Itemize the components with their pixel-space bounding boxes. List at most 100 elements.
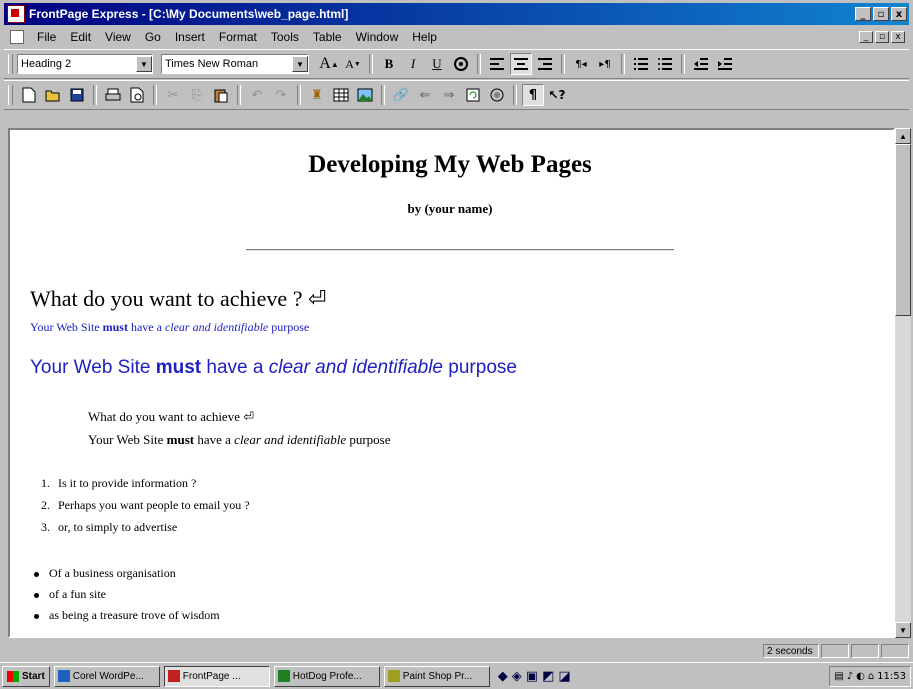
- quick-launch-icon[interactable]: ◩: [542, 669, 554, 684]
- clock[interactable]: 11:53: [877, 671, 906, 682]
- taskbar-item-paintshop[interactable]: Paint Shop Pr...: [383, 665, 490, 687]
- toolbar-separator: [477, 54, 481, 74]
- scroll-thumb[interactable]: [895, 144, 911, 316]
- menu-go[interactable]: Go: [138, 30, 168, 44]
- taskbar-item-wordperfect[interactable]: Corel WordPe...: [53, 665, 160, 687]
- doc-restore-button[interactable]: ▫: [875, 31, 889, 43]
- right-to-left-icon[interactable]: ▸¶: [594, 53, 616, 75]
- start-label: Start: [22, 670, 45, 682]
- chevron-down-icon[interactable]: ▼: [292, 56, 308, 72]
- maximize-button[interactable]: ▫: [873, 7, 889, 21]
- bulleted-list-icon[interactable]: [654, 53, 676, 75]
- list-item-text: as being a treasure trove of wisdom: [49, 608, 220, 622]
- menu-file[interactable]: File: [30, 30, 63, 44]
- bullet-icon: [34, 613, 39, 619]
- cut-icon[interactable]: ✂: [162, 84, 184, 106]
- redo-icon[interactable]: ↷: [270, 84, 292, 106]
- task-label: Paint Shop Pr...: [402, 670, 473, 682]
- align-center-icon[interactable]: [510, 53, 532, 75]
- tray-icon[interactable]: ⌂: [868, 671, 874, 682]
- show-formatting-marks-icon[interactable]: ¶: [522, 84, 544, 106]
- align-right-icon[interactable]: [534, 53, 556, 75]
- frontpage-icon: [167, 670, 180, 682]
- menu-tools[interactable]: Tools: [264, 30, 306, 44]
- purpose-line-large: Your Web Site must have a clear and iden…: [30, 357, 517, 379]
- purpose-text: Your Web Site: [30, 320, 103, 334]
- menu-table[interactable]: Table: [306, 30, 349, 44]
- bullet-icon: [34, 592, 39, 598]
- insert-webbot-icon[interactable]: ♜: [306, 84, 328, 106]
- open-folder-icon[interactable]: [42, 84, 64, 106]
- print-icon[interactable]: [102, 84, 124, 106]
- menu-view[interactable]: View: [98, 30, 138, 44]
- insert-table-icon[interactable]: [330, 84, 352, 106]
- save-icon[interactable]: [66, 84, 88, 106]
- purpose-text: purpose: [346, 432, 391, 447]
- paste-icon[interactable]: [210, 84, 232, 106]
- start-button[interactable]: Start: [2, 665, 50, 687]
- taskbar-item-frontpage[interactable]: FrontPage ...: [163, 665, 270, 687]
- print-preview-icon[interactable]: [126, 84, 148, 106]
- vertical-scrollbar[interactable]: ▲ ▼: [895, 128, 911, 638]
- underline-button[interactable]: U: [426, 53, 448, 75]
- document-icon[interactable]: [10, 30, 24, 44]
- quick-launch: ◆ ◈ ▣ ◩ ◪: [498, 669, 571, 684]
- increase-indent-icon[interactable]: [714, 53, 736, 75]
- back-icon[interactable]: ⇐: [414, 84, 436, 106]
- horizontal-rule: [246, 249, 674, 251]
- numbered-list-icon[interactable]: [630, 53, 652, 75]
- editor-canvas[interactable]: Developing My Web Pages by (your name) W…: [8, 128, 895, 638]
- minimize-button[interactable]: _: [855, 7, 871, 21]
- insert-image-icon[interactable]: [354, 84, 376, 106]
- menu-insert[interactable]: Insert: [168, 30, 212, 44]
- tray-icon[interactable]: ♪: [847, 671, 853, 682]
- scroll-up-icon[interactable]: ▲: [895, 128, 911, 144]
- toolbar-grip[interactable]: [8, 54, 13, 74]
- menu-format[interactable]: Format: [212, 30, 264, 44]
- chevron-down-icon[interactable]: ▼: [136, 56, 152, 72]
- frontpage-app-icon[interactable]: [7, 5, 25, 23]
- menu-edit[interactable]: Edit: [63, 30, 98, 44]
- undo-icon[interactable]: ↶: [246, 84, 268, 106]
- toolbar-separator: [381, 85, 385, 105]
- tray-icon[interactable]: ◐: [856, 671, 865, 682]
- scroll-down-icon[interactable]: ▼: [895, 622, 911, 638]
- new-page-icon[interactable]: [18, 84, 40, 106]
- quick-launch-icon[interactable]: ◪: [558, 669, 570, 684]
- purpose-text-bold: must: [166, 432, 195, 447]
- hyperlink-icon[interactable]: 🔗: [390, 84, 412, 106]
- context-help-icon[interactable]: ↖?: [546, 84, 568, 106]
- bold-button[interactable]: B: [378, 53, 400, 75]
- status-pane: [881, 644, 909, 658]
- bullet-icon: [34, 571, 39, 577]
- forward-icon[interactable]: ⇒: [438, 84, 460, 106]
- toolbar-grip[interactable]: [8, 85, 13, 105]
- byline: by (your name): [407, 201, 493, 216]
- purpose-text-italic: clear and identifiable: [268, 357, 444, 378]
- doc-minimize-button[interactable]: _: [859, 31, 873, 43]
- align-left-icon[interactable]: [486, 53, 508, 75]
- toolbar-separator: [621, 54, 625, 74]
- menu-help[interactable]: Help: [405, 30, 444, 44]
- increase-font-size-button[interactable]: A ▲: [318, 53, 340, 75]
- tray-icon[interactable]: ▤: [834, 671, 843, 682]
- refresh-icon[interactable]: [462, 84, 484, 106]
- quick-launch-icon[interactable]: ◈: [512, 669, 522, 684]
- italic-button[interactable]: I: [402, 53, 424, 75]
- indented-question: What do you want to achieve ⏎: [88, 409, 255, 424]
- text-color-icon[interactable]: [450, 53, 472, 75]
- title-bar[interactable]: FrontPage Express - [C:\My Documents\web…: [4, 3, 909, 25]
- quick-launch-icon[interactable]: ◆: [498, 669, 508, 684]
- menu-window[interactable]: Window: [349, 30, 406, 44]
- decrease-font-size-button[interactable]: A ▼: [342, 53, 364, 75]
- close-button[interactable]: x: [891, 7, 907, 21]
- doc-close-button[interactable]: x: [891, 31, 905, 43]
- decrease-indent-icon[interactable]: [690, 53, 712, 75]
- paragraph-style-select[interactable]: Heading 2 ▼: [17, 54, 153, 74]
- taskbar-item-hotdog[interactable]: HotDog Profe...: [273, 665, 380, 687]
- quick-launch-icon[interactable]: ▣: [526, 669, 538, 684]
- font-select[interactable]: Times New Roman ▼: [161, 54, 309, 74]
- copy-icon[interactable]: ⎘: [186, 84, 208, 106]
- left-to-right-icon[interactable]: ¶◂: [570, 53, 592, 75]
- stop-icon[interactable]: [486, 84, 508, 106]
